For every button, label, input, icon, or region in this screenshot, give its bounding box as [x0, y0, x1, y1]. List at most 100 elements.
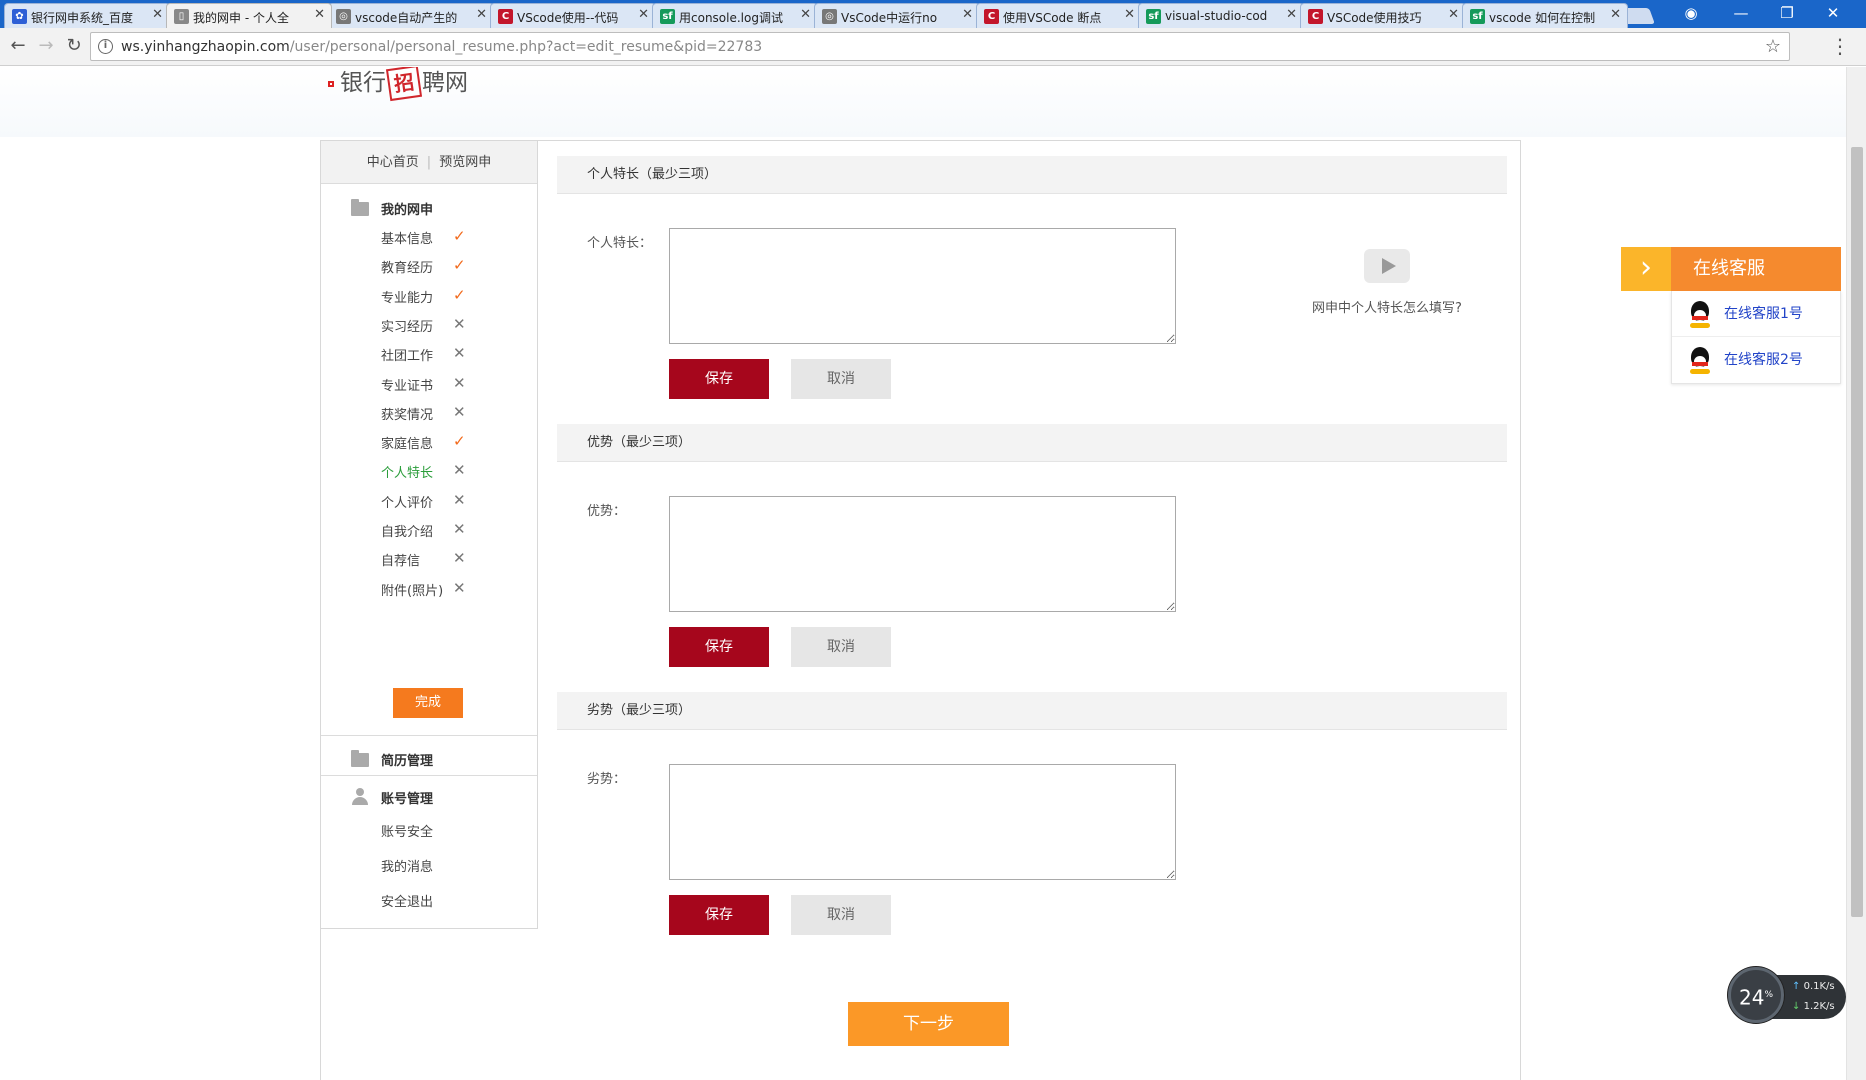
- tab-close-icon[interactable]: ✕: [1448, 7, 1459, 22]
- save-specialty-button[interactable]: 保存: [669, 359, 769, 399]
- browser-tab[interactable]: C VScode使用--代码 ✕: [490, 3, 656, 28]
- sidebar-item-logout[interactable]: 安全退出: [381, 891, 521, 913]
- save-weaknesses-button[interactable]: 保存: [669, 895, 769, 935]
- download-unit: K/s: [1819, 1001, 1835, 1012]
- browser-tab[interactable]: ◎ vscode自动产生的 ✕: [328, 3, 494, 28]
- sidebar-nav-item[interactable]: 个人特长 ✕: [381, 461, 521, 484]
- video-help-text[interactable]: 网申中个人特长怎么填写?: [1287, 297, 1487, 316]
- group-label: 我的网申: [381, 203, 434, 218]
- logo-seal: 招: [385, 67, 423, 102]
- browser-tab[interactable]: ✿ 银行网申系统_百度 ✕: [4, 3, 170, 28]
- online-service-header[interactable]: › 在线客服: [1621, 247, 1841, 291]
- sidebar-nav-item[interactable]: 自我介绍 ✕: [381, 520, 521, 543]
- sf-icon: sf: [660, 9, 675, 24]
- sidebar-item-label: 实习经历: [381, 319, 434, 335]
- sidebar-nav-item[interactable]: 基本信息 ✓: [381, 227, 521, 250]
- service-agent-label: 在线客服1号: [1724, 306, 1803, 322]
- cancel-strengths-button[interactable]: 取消: [791, 627, 891, 667]
- sidebar-item-my-messages[interactable]: 我的消息: [381, 856, 521, 878]
- cross-icon: ✕: [453, 490, 466, 509]
- address-bar[interactable]: i ws.yinhangzhaopin.com/user/personal/pe…: [90, 32, 1790, 61]
- scrollbar-thumb[interactable]: [1851, 147, 1863, 917]
- qq-penguin-icon: [1688, 347, 1712, 375]
- service-agent-1[interactable]: 在线客服1号: [1672, 291, 1840, 337]
- user-profile-icon[interactable]: ◉: [1668, 0, 1714, 28]
- sidebar-item-account-security[interactable]: 账号安全: [381, 821, 521, 843]
- back-arrow-icon[interactable]: ←: [6, 34, 30, 58]
- cross-icon: ✕: [453, 549, 466, 568]
- divider: [321, 735, 537, 736]
- browser-tab[interactable]: C VSCode使用技巧 ✕: [1300, 3, 1466, 28]
- site-logo[interactable]: 银行招聘网: [328, 67, 468, 103]
- save-strengths-button[interactable]: 保存: [669, 627, 769, 667]
- service-agent-2[interactable]: 在线客服2号: [1672, 337, 1840, 383]
- strengths-textarea[interactable]: [669, 496, 1176, 612]
- sidebar-item-label: 教育经历: [381, 261, 434, 277]
- tab-close-icon[interactable]: ✕: [800, 7, 811, 22]
- sidebar-nav-item[interactable]: 获奖情况 ✕: [381, 402, 521, 426]
- specialty-textarea[interactable]: [669, 228, 1176, 344]
- tab-close-icon[interactable]: ✕: [152, 7, 163, 22]
- checkmark-icon: ✓: [453, 227, 466, 245]
- sidebar-nav-item[interactable]: 自荐信 ✕: [381, 549, 521, 572]
- sidebar-nav-item[interactable]: 附件(照片) ✕: [381, 579, 521, 602]
- info-icon[interactable]: i: [98, 39, 113, 54]
- sidebar-item-label: 自我介绍: [381, 525, 434, 540]
- sidebar-nav-item[interactable]: 社团工作 ✕: [381, 344, 521, 367]
- cancel-specialty-button[interactable]: 取消: [791, 359, 891, 399]
- browser-tab-strip: ◉ — ❐ ✕ ✿ 银行网申系统_百度 ✕ ▯ 我的网申 - 个人全 ✕ ◎ vscode自动…: [0, 0, 1866, 28]
- tab-close-icon[interactable]: ✕: [1610, 7, 1621, 22]
- bookmark-star-icon[interactable]: ☆: [1765, 36, 1781, 57]
- close-window-icon[interactable]: ✕: [1810, 0, 1856, 28]
- upload-rate: 0.1: [1803, 981, 1820, 992]
- sidebar-group-my-apply[interactable]: 我的网申: [351, 199, 433, 218]
- minimize-icon[interactable]: —: [1718, 0, 1764, 28]
- vertical-scrollbar[interactable]: [1846, 67, 1866, 1080]
- forward-arrow-icon[interactable]: →: [34, 34, 58, 58]
- url-text[interactable]: ws.yinhangzhaopin.com/user/personal/pers…: [121, 39, 762, 55]
- browser-tab[interactable]: sf vscode 如何在控制 ✕: [1462, 3, 1628, 28]
- netmon-percent-unit: %: [1764, 990, 1773, 1000]
- browser-tab[interactable]: ◎ VsCode中运行no ✕: [814, 3, 980, 28]
- browser-tab[interactable]: ▯ 我的网申 - 个人全 ✕: [166, 3, 332, 28]
- maximize-icon[interactable]: ❐: [1764, 0, 1810, 28]
- tab-close-icon[interactable]: ✕: [962, 7, 973, 22]
- sidebar-item-label: 基本信息: [381, 232, 434, 247]
- sidebar-nav-item[interactable]: 个人评价 ✕: [381, 490, 521, 514]
- checkmark-icon: ✓: [453, 285, 466, 304]
- cross-icon: ✕: [453, 314, 466, 333]
- browser-menu-icon[interactable]: ⋮: [1830, 34, 1850, 58]
- netmon-percent-value: 24: [1738, 985, 1765, 1010]
- finish-button[interactable]: 完成: [393, 688, 463, 718]
- browser-tab[interactable]: sf visual-studio-cod ✕: [1138, 3, 1304, 28]
- divider: [321, 775, 537, 776]
- preview-apply-link[interactable]: 预览网申: [439, 155, 491, 170]
- sidebar-nav-item[interactable]: 专业能力 ✓: [381, 285, 521, 309]
- chevron-right-icon[interactable]: ›: [1621, 247, 1671, 291]
- reload-icon[interactable]: ↻: [62, 34, 86, 58]
- tab-title: 使用VSCode 断点: [1003, 11, 1102, 25]
- video-help[interactable]: 网申中个人特长怎么填写?: [1287, 249, 1487, 316]
- tab-close-icon[interactable]: ✕: [1124, 7, 1135, 22]
- checkmark-icon: ✓: [453, 432, 466, 451]
- sidebar-nav-item[interactable]: 教育经历 ✓: [381, 256, 521, 279]
- browser-tab[interactable]: sf 用console.log调试 ✕: [652, 3, 818, 28]
- browser-tab[interactable]: C 使用VSCode 断点 ✕: [976, 3, 1142, 28]
- sidebar-group-account-manage[interactable]: 账号管理: [351, 788, 433, 807]
- sidebar-nav-item[interactable]: 专业证书 ✕: [381, 374, 521, 397]
- next-step-button[interactable]: 下一步: [848, 1002, 1009, 1046]
- group-label: 简历管理: [381, 754, 434, 769]
- tab-close-icon[interactable]: ✕: [638, 7, 649, 22]
- play-video-icon[interactable]: [1364, 249, 1410, 283]
- tab-close-icon[interactable]: ✕: [314, 7, 325, 22]
- tab-close-icon[interactable]: ✕: [476, 7, 487, 22]
- network-monitor-widget[interactable]: 24% ↑ 0.1K/s ↓ 1.2K/s: [1728, 967, 1846, 1023]
- sidebar-group-resume-manage[interactable]: 简历管理: [351, 750, 433, 769]
- center-home-link[interactable]: 中心首页: [367, 155, 419, 170]
- cross-icon: ✕: [453, 402, 466, 421]
- sidebar-nav-item[interactable]: 家庭信息 ✓: [381, 432, 521, 455]
- sidebar-nav-item[interactable]: 实习经历 ✕: [381, 314, 521, 338]
- tab-close-icon[interactable]: ✕: [1286, 7, 1297, 22]
- cancel-weaknesses-button[interactable]: 取消: [791, 895, 891, 935]
- weaknesses-textarea[interactable]: [669, 764, 1176, 880]
